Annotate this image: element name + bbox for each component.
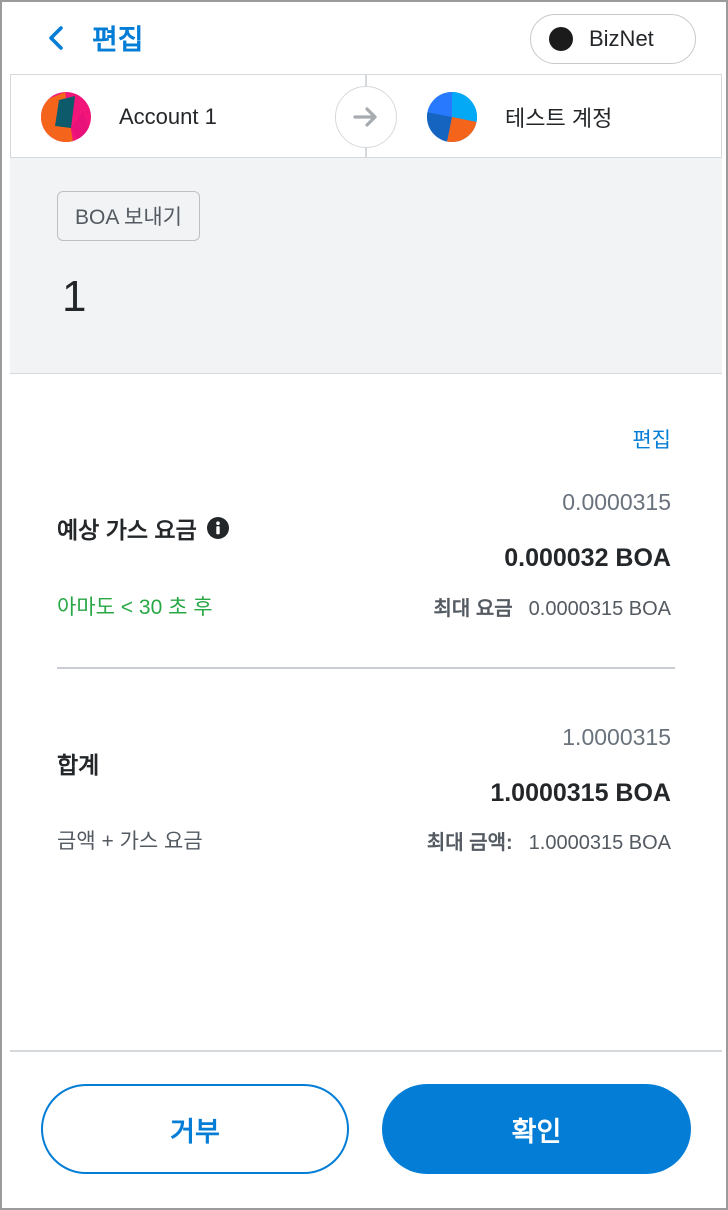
info-icon[interactable] — [206, 517, 229, 539]
gas-fee-label: 예상 가스 요금 — [57, 511, 229, 545]
sender-avatar — [41, 92, 91, 142]
gas-timing-estimate: 아마도 < 30 초 후 — [57, 596, 213, 619]
sender-account-name: Account 1 — [119, 104, 217, 129]
reject-button[interactable]: 거부 — [41, 1084, 349, 1174]
total-subtitle: 금액 + 가스 요금 — [57, 830, 203, 853]
transaction-summary: BOA 보내기 1 — [10, 158, 722, 374]
back-edit-button[interactable]: 편집 — [42, 18, 144, 58]
max-amount-label: 최대 금액: — [426, 832, 513, 854]
max-fee-value: 0.0000315 BOA — [528, 598, 671, 620]
back-edit-label: 편집 — [92, 24, 144, 55]
total-primary: 1.0000315 BOA — [490, 779, 671, 807]
sender-recipient-bar: Account 1 테스트 계정 — [10, 74, 722, 159]
total-max-amount: 최대 금액: 1.0000315 BOA — [427, 826, 671, 855]
gas-max-fee: 최대 요금 0.0000315 BOA — [433, 592, 671, 621]
max-amount-value: 1.0000315 BOA — [528, 832, 671, 854]
confirm-button[interactable]: 확인 — [382, 1084, 691, 1174]
gas-fee-secondary: 0.0000315 — [562, 489, 671, 515]
total-label: 합계 — [57, 746, 99, 780]
gas-fee-primary: 0.000032 BOA — [504, 544, 671, 572]
recipient-account-name: 테스트 계정 — [505, 106, 613, 131]
total-label-text: 합계 — [57, 752, 100, 778]
transaction-method-badge: BOA 보내기 — [57, 191, 200, 241]
network-dot-icon — [549, 27, 573, 51]
chevron-left-icon — [49, 26, 63, 50]
network-name: BizNet — [589, 26, 654, 51]
recipient-account[interactable]: 테스트 계정 — [427, 75, 612, 159]
send-amount: 1 — [62, 272, 87, 321]
edit-gas-link[interactable]: 편집 — [632, 424, 671, 454]
arrow-right-icon — [335, 86, 397, 148]
total-secondary: 1.0000315 — [562, 724, 671, 750]
sender-account[interactable]: Account 1 — [41, 75, 217, 159]
max-fee-label: 최대 요금 — [433, 598, 513, 620]
gas-fee-label-text: 예상 가스 요금 — [57, 517, 197, 543]
network-selector[interactable]: BizNet — [530, 14, 696, 64]
confirm-transaction-page: 편집 BizNet Account 1 테스트 계정 BOA 보내기 1 편집 … — [0, 0, 728, 1210]
section-divider — [57, 667, 675, 669]
footer-divider — [10, 1050, 722, 1052]
recipient-avatar — [427, 92, 477, 142]
page-header: 편집 BizNet — [2, 2, 726, 74]
